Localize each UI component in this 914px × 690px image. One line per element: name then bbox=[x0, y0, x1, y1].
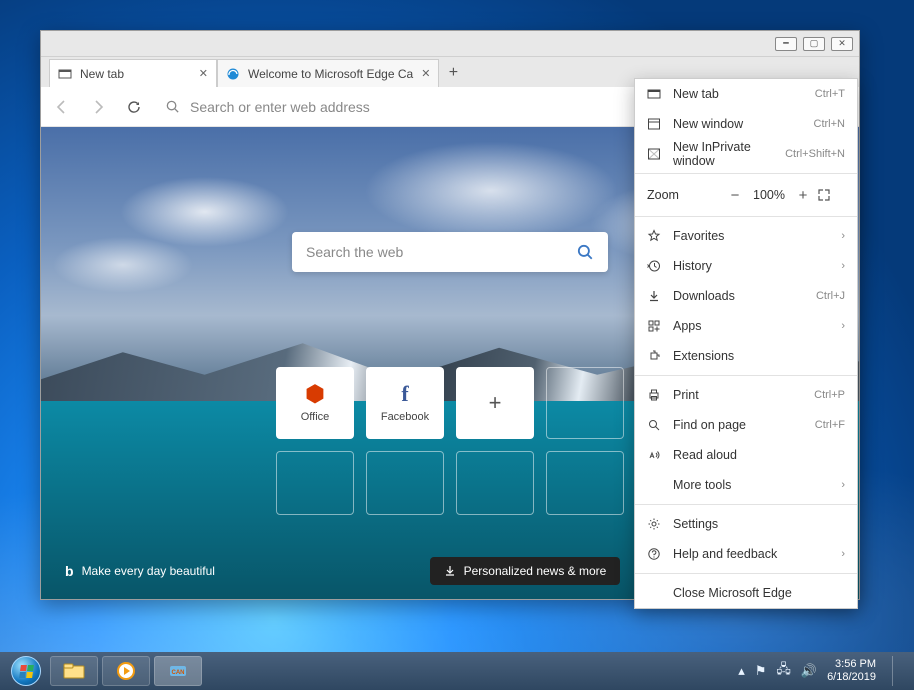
tile-label: Facebook bbox=[381, 411, 429, 423]
chevron-right-icon: › bbox=[841, 479, 845, 491]
maximize-button[interactable]: ▢ bbox=[803, 37, 825, 51]
close-window-button[interactable]: ✕ bbox=[831, 37, 853, 51]
history-icon bbox=[647, 259, 663, 273]
tab-favicon-edge-icon bbox=[226, 67, 240, 81]
chevron-right-icon: › bbox=[841, 230, 845, 242]
find-icon bbox=[647, 418, 663, 432]
zoom-in-button[interactable]: + bbox=[789, 187, 817, 204]
menu-more-tools[interactable]: More tools › bbox=[635, 470, 857, 500]
address-placeholder: Search or enter web address bbox=[190, 99, 370, 115]
menu-print[interactable]: Print Ctrl+P bbox=[635, 380, 857, 410]
read-aloud-icon bbox=[647, 448, 663, 462]
taskbar-mediaplayer[interactable] bbox=[102, 656, 150, 686]
settings-menu: New tab Ctrl+T New window Ctrl+N New InP… bbox=[634, 78, 858, 609]
news-label: Personalized news & more bbox=[464, 564, 607, 578]
clock-time: 3:56 PM bbox=[827, 658, 876, 671]
tab-label: New tab bbox=[80, 67, 124, 81]
tray-network-icon[interactable]: 🖧 bbox=[776, 660, 791, 682]
taskbar-edge-canary[interactable]: CAN bbox=[154, 656, 202, 686]
extensions-icon bbox=[647, 349, 663, 363]
taskbar: CAN ▴ ⚑ 🖧 🔊 3:56 PM 6/18/2019 bbox=[0, 652, 914, 690]
menu-new-window[interactable]: New window Ctrl+N bbox=[635, 109, 857, 139]
tile-placeholder bbox=[276, 451, 354, 515]
taskbar-clock[interactable]: 3:56 PM 6/18/2019 bbox=[827, 658, 876, 684]
plus-icon: + bbox=[489, 392, 502, 414]
tab-welcome[interactable]: Welcome to Microsoft Edge Ca ✕ bbox=[217, 59, 439, 87]
tile-add[interactable]: + bbox=[456, 367, 534, 439]
download-icon bbox=[647, 289, 663, 303]
top-sites: ⬢ Office f Facebook + bbox=[276, 367, 624, 515]
back-button[interactable] bbox=[51, 96, 73, 118]
clock-date: 6/18/2019 bbox=[827, 671, 876, 684]
menu-close-edge[interactable]: Close Microsoft Edge bbox=[635, 578, 857, 608]
tab-favicon-newtab-icon bbox=[58, 67, 72, 81]
menu-favorites[interactable]: Favorites › bbox=[635, 221, 857, 251]
facebook-icon: f bbox=[401, 383, 408, 405]
office-icon: ⬢ bbox=[305, 383, 324, 405]
download-icon bbox=[444, 565, 456, 577]
tab-close-icon[interactable]: ✕ bbox=[199, 67, 208, 80]
browser-window: ━ ▢ ✕ New tab ✕ Welcome to Microsoft Edg… bbox=[40, 30, 860, 600]
menu-zoom: Zoom − 100% + bbox=[635, 178, 857, 212]
apps-icon bbox=[647, 319, 663, 333]
tile-label: Office bbox=[301, 411, 330, 423]
bing-icon: b bbox=[65, 563, 74, 579]
new-tab-button[interactable]: + bbox=[439, 59, 467, 87]
show-desktop-button[interactable] bbox=[892, 656, 902, 686]
menu-help[interactable]: Help and feedback › bbox=[635, 539, 857, 569]
gear-icon bbox=[647, 517, 663, 531]
system-tray: ▴ ⚑ 🖧 🔊 3:56 PM 6/18/2019 bbox=[738, 656, 908, 686]
tab-new-tab[interactable]: New tab ✕ bbox=[49, 59, 217, 87]
menu-read-aloud[interactable]: Read aloud bbox=[635, 440, 857, 470]
tab-label: Welcome to Microsoft Edge Ca bbox=[248, 67, 413, 81]
window-titlebar: ━ ▢ ✕ bbox=[41, 31, 859, 57]
new-window-icon bbox=[647, 117, 663, 131]
inprivate-icon bbox=[647, 147, 663, 161]
search-icon bbox=[165, 99, 180, 114]
tile-placeholder bbox=[546, 451, 624, 515]
tray-flag-icon[interactable]: ⚑ bbox=[755, 663, 767, 679]
tile-placeholder bbox=[456, 451, 534, 515]
print-icon bbox=[647, 388, 663, 402]
taskbar-explorer[interactable] bbox=[50, 656, 98, 686]
menu-apps[interactable]: Apps › bbox=[635, 311, 857, 341]
start-button[interactable] bbox=[6, 656, 46, 686]
menu-find[interactable]: Find on page Ctrl+F bbox=[635, 410, 857, 440]
chevron-right-icon: › bbox=[841, 320, 845, 332]
menu-settings[interactable]: Settings bbox=[635, 509, 857, 539]
address-bar[interactable]: Search or enter web address bbox=[159, 99, 689, 115]
menu-inprivate[interactable]: New InPrivate window Ctrl+Shift+N bbox=[635, 139, 857, 169]
menu-history[interactable]: History › bbox=[635, 251, 857, 281]
search-icon bbox=[576, 243, 594, 261]
new-tab-icon bbox=[647, 87, 663, 101]
tray-chevron-icon[interactable]: ▴ bbox=[738, 663, 745, 679]
refresh-button[interactable] bbox=[123, 96, 145, 118]
tray-sound-icon[interactable]: 🔊 bbox=[801, 663, 817, 679]
menu-new-tab[interactable]: New tab Ctrl+T bbox=[635, 79, 857, 109]
help-icon bbox=[647, 547, 663, 561]
forward-button[interactable] bbox=[87, 96, 109, 118]
menu-extensions[interactable]: Extensions bbox=[635, 341, 857, 371]
bing-tagline: Make every day beautiful bbox=[82, 564, 215, 578]
bing-attribution[interactable]: b Make every day beautiful bbox=[65, 563, 215, 579]
menu-downloads[interactable]: Downloads Ctrl+J bbox=[635, 281, 857, 311]
zoom-value: 100% bbox=[749, 188, 789, 202]
minimize-button[interactable]: ━ bbox=[775, 37, 797, 51]
tile-placeholder bbox=[366, 451, 444, 515]
tile-facebook[interactable]: f Facebook bbox=[366, 367, 444, 439]
news-button[interactable]: Personalized news & more bbox=[430, 557, 621, 585]
tab-close-icon[interactable]: ✕ bbox=[421, 67, 430, 80]
chevron-right-icon: › bbox=[841, 548, 845, 560]
star-icon bbox=[647, 229, 663, 243]
fullscreen-button[interactable] bbox=[817, 188, 845, 202]
tile-placeholder bbox=[546, 367, 624, 439]
ntp-search-box[interactable]: Search the web bbox=[292, 232, 608, 272]
chevron-right-icon: › bbox=[841, 260, 845, 272]
svg-text:CAN: CAN bbox=[172, 670, 185, 676]
search-placeholder: Search the web bbox=[306, 244, 403, 260]
zoom-out-button[interactable]: − bbox=[721, 187, 749, 204]
tile-office[interactable]: ⬢ Office bbox=[276, 367, 354, 439]
